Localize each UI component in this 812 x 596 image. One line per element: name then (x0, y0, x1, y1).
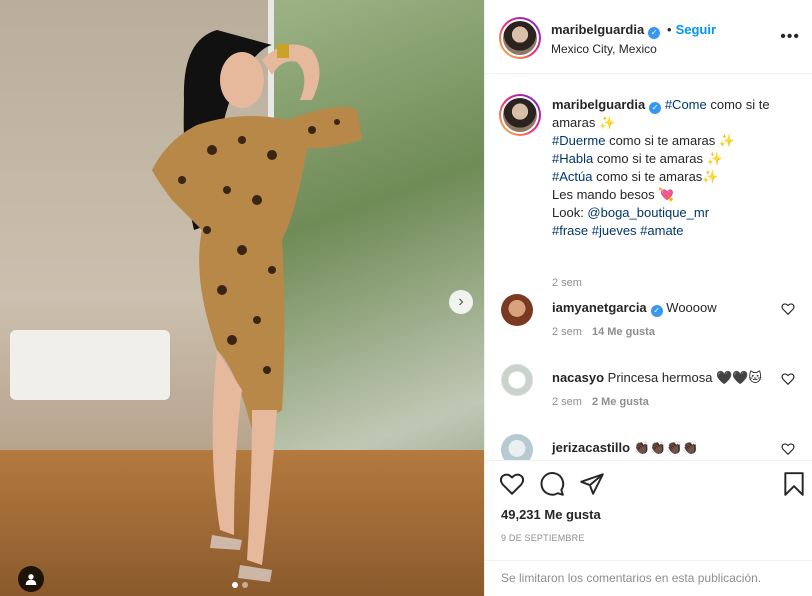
comment-meta: 2 sem 2 Me gusta (552, 396, 649, 408)
caption-line: Les mando besos 💘 (552, 187, 675, 202)
post-photo[interactable]: › (0, 0, 484, 596)
commenter-avatar[interactable] (501, 294, 533, 326)
avatar-image (503, 21, 537, 55)
carousel-indicator (232, 582, 248, 588)
verified-badge-icon: ✓ (650, 305, 663, 317)
verified-badge-icon: ✓ (649, 102, 662, 114)
commenter-avatar[interactable] (501, 434, 533, 460)
photo-person-figure (112, 30, 362, 590)
avatar-image (503, 98, 537, 132)
separator-dot: • (667, 22, 672, 37)
user-icon (25, 574, 37, 585)
comment-likes[interactable]: 14 Me gusta (592, 326, 655, 338)
comment-text: jerizacastillo 👏🏿👏🏿👏🏿👏🏿 (552, 440, 698, 456)
comment-like-heart-icon[interactable] (781, 442, 795, 456)
commenter-username[interactable]: nacasyo (552, 370, 604, 385)
hashtag-link[interactable]: #Duerme (552, 133, 605, 148)
heart-icon[interactable] (499, 471, 525, 497)
share-icon[interactable] (579, 471, 605, 497)
follow-button[interactable]: • Seguir (667, 22, 716, 37)
comment-text: iamyanetgarcia ✓ Woooow (552, 300, 717, 317)
hashtags-link[interactable]: #frase #jueves #amate (552, 223, 684, 238)
caption-line: Look: (552, 205, 588, 220)
hashtag-link[interactable]: #Habla (552, 151, 593, 166)
avatar[interactable] (499, 17, 541, 59)
caption-line: como si te amaras ✨ (593, 151, 723, 166)
post-sidebar: maribelguardia ✓ • Seguir Mexico City, Mex… (484, 0, 812, 596)
save-button[interactable] (781, 471, 807, 500)
comments-limited-footer: Se limitaron los comentarios en esta pub… (485, 560, 812, 596)
chevron-right-icon: › (458, 293, 464, 310)
commenter-username[interactable]: jerizacastillo (552, 440, 630, 455)
comment-body: Woooow (666, 300, 717, 315)
comment-body: Princesa hermosa 🖤🖤🐱 (607, 370, 762, 385)
follow-label[interactable]: Seguir (676, 22, 716, 37)
carousel-dot-active (232, 582, 238, 588)
comment-time[interactable]: 2 sem (552, 396, 582, 408)
comment-text: nacasyo Princesa hermosa 🖤🖤🐱 (552, 370, 762, 386)
commenter-username[interactable]: iamyanetgarcia (552, 300, 647, 315)
caption-line: como si te amaras✨ (592, 169, 719, 184)
verified-badge-icon: ✓ (648, 27, 661, 39)
post-actions: 49,231 Me gusta 9 DE SEPTIEMBRE (485, 460, 812, 560)
comment-likes[interactable]: 2 Me gusta (592, 396, 649, 408)
comments-section[interactable]: maribelguardia ✓ #Come como si te amaras … (485, 74, 812, 460)
carousel-dot (242, 582, 248, 588)
post-location[interactable]: Mexico City, Mexico (551, 42, 657, 56)
comment-body: 👏🏿👏🏿👏🏿👏🏿 (633, 440, 699, 455)
commenter-avatar[interactable] (501, 364, 533, 396)
bookmark-icon[interactable] (781, 471, 807, 497)
caption-timestamp[interactable]: 2 sem (552, 277, 582, 289)
comment-like-heart-icon[interactable] (781, 372, 795, 386)
tagged-users-button[interactable] (18, 566, 44, 592)
comment-like-heart-icon[interactable] (781, 302, 795, 316)
post-header: maribelguardia ✓ • Seguir Mexico City, Mex… (485, 0, 812, 74)
comment-item: iamyanetgarcia ✓ Woooow 2 sem 14 Me gusta (499, 294, 799, 350)
comments-limited-message: Se limitaron los comentarios en esta pub… (501, 571, 762, 585)
carousel-next-button[interactable]: › (449, 290, 473, 314)
comment-item: nacasyo Princesa hermosa 🖤🖤🐱 2 sem 2 Me g… (499, 364, 799, 420)
username-link[interactable]: maribelguardia (551, 22, 644, 37)
comment-time[interactable]: 2 sem (552, 326, 582, 338)
more-options-icon[interactable]: ••• (780, 28, 800, 46)
hashtag-link[interactable]: #Actúa (552, 169, 592, 184)
caption-text: maribelguardia ✓ #Come como si te amaras … (552, 96, 802, 240)
post-date[interactable]: 9 DE SEPTIEMBRE (501, 533, 585, 543)
comment-meta: 2 sem 14 Me gusta (552, 326, 655, 338)
action-icons (499, 471, 605, 497)
comment-item: jerizacastillo 👏🏿👏🏿👏🏿👏🏿 (499, 434, 799, 460)
likes-count[interactable]: 49,231 Me gusta (501, 507, 601, 522)
hashtag-link[interactable]: #Come (665, 97, 707, 112)
comment-icon[interactable] (539, 471, 565, 497)
caption-username[interactable]: maribelguardia (552, 97, 645, 112)
mention-link[interactable]: @boga_boutique_mr (587, 205, 709, 220)
caption-avatar[interactable] (499, 94, 541, 136)
post-username[interactable]: maribelguardia ✓ (551, 22, 661, 39)
caption-line: como si te amaras ✨ (605, 133, 736, 148)
